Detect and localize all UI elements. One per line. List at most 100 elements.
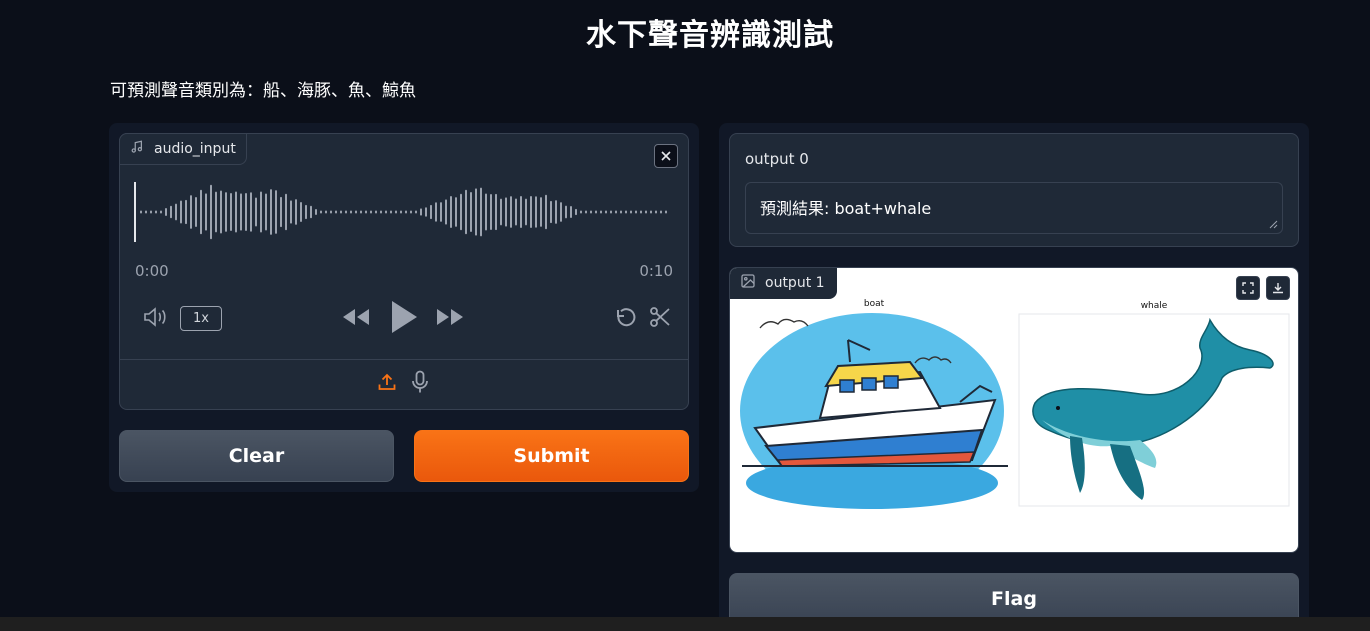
waveform-bar — [625, 210, 627, 214]
page-description: 可預測聲音類別為：船、海豚、魚、鯨魚 — [110, 81, 416, 101]
waveform-bar — [560, 202, 562, 222]
playhead[interactable] — [134, 182, 136, 242]
waveform-bar — [285, 193, 287, 231]
waveform-bar — [400, 210, 402, 214]
waveform-bar — [615, 210, 617, 214]
music-note-icon — [130, 140, 144, 158]
waveform-bar — [630, 210, 632, 214]
waveform-bar — [225, 192, 227, 232]
output-1-block: output 1 boat whale — [729, 267, 1299, 553]
waveform-bar — [255, 197, 257, 227]
waveform-bar — [185, 199, 187, 225]
waveform-bar — [275, 190, 277, 234]
waveform-bar — [215, 191, 217, 233]
audio-input-tag: audio_input — [119, 133, 247, 165]
reset-button[interactable] — [612, 306, 640, 332]
waveform-bar — [440, 202, 442, 222]
waveform-bar — [470, 191, 472, 233]
waveform-bar — [240, 193, 242, 231]
waveform-bar — [500, 198, 502, 226]
download-button[interactable] — [1266, 276, 1290, 300]
rewind-button[interactable] — [339, 305, 373, 333]
audio-input-block: audio_input 0:00 0:10 1x — [119, 133, 689, 410]
waveform-bar — [175, 203, 177, 221]
waveform-bar — [380, 210, 382, 214]
waveform-bar — [375, 210, 377, 214]
waveform-bar — [575, 208, 577, 216]
waveform-bar — [260, 191, 262, 233]
play-button[interactable] — [386, 298, 422, 340]
fast-forward-button[interactable] — [433, 305, 467, 333]
trim-button[interactable] — [646, 306, 674, 332]
cloud-left — [759, 318, 809, 329]
clear-audio-button[interactable] — [654, 144, 678, 168]
waveform-bar — [665, 210, 667, 214]
waveform-bar — [590, 210, 592, 214]
waveform-bar — [475, 188, 477, 236]
waveform-bar — [220, 190, 222, 234]
output-panel: output 0 預測結果: boat+whale output 1 boat — [719, 123, 1309, 631]
waveform-bar — [345, 210, 347, 214]
prediction-image: boat whale — [740, 299, 1290, 509]
waveform-bar — [235, 191, 237, 233]
waveform-bar — [405, 210, 407, 214]
boat-image-title: boat — [864, 299, 885, 309]
waveform-bar — [390, 210, 392, 214]
waveform-bar — [580, 210, 582, 214]
waveform-bar — [545, 194, 547, 230]
output-0-label: output 0 — [745, 150, 809, 168]
playback-speed-button[interactable]: 1x — [180, 306, 222, 331]
waveform-bar — [410, 210, 412, 214]
audio-input-label: audio_input — [154, 141, 236, 157]
waveform-bar — [490, 193, 492, 231]
total-duration: 0:10 — [639, 262, 673, 280]
microphone-icon — [410, 370, 430, 398]
output-0-block: output 0 預測結果: boat+whale — [729, 133, 1299, 247]
waveform-bar — [455, 197, 457, 227]
waveform-bar — [515, 198, 517, 226]
waveform-bar — [450, 195, 452, 229]
waveform-bar — [145, 210, 147, 214]
waveform-bar — [140, 210, 142, 214]
waveform-bar — [565, 205, 567, 219]
waveform-bar — [495, 193, 497, 231]
waveform-bar — [425, 207, 427, 217]
clear-button[interactable]: Clear — [119, 430, 394, 482]
resize-handle-icon[interactable] — [1269, 220, 1278, 229]
waveform-bar — [360, 210, 362, 214]
waveform-bar — [600, 210, 602, 214]
waveform-bar — [640, 210, 642, 214]
waveform-bar — [160, 210, 162, 214]
image-icon — [741, 274, 755, 292]
waveform-bar — [190, 195, 192, 229]
waveform-bar — [245, 193, 247, 231]
play-icon — [389, 299, 419, 339]
output-0-textbox[interactable]: 預測結果: boat+whale — [745, 182, 1283, 234]
output-0-value: 預測結果: boat+whale — [760, 199, 932, 218]
fullscreen-button[interactable] — [1236, 276, 1260, 300]
waveform-bar — [385, 210, 387, 214]
waveform-bar — [585, 210, 587, 214]
waveform-bar — [570, 206, 572, 218]
upload-button[interactable] — [375, 371, 399, 397]
waveform-bar — [415, 210, 417, 214]
waveform-bar — [485, 193, 487, 231]
waveform-bar — [645, 210, 647, 214]
audio-waveform[interactable] — [134, 180, 674, 244]
waveform-bar — [660, 210, 662, 214]
waveform-bar — [295, 199, 297, 225]
volume-button[interactable] — [140, 304, 172, 334]
whale-image-title: whale — [1141, 301, 1168, 311]
close-icon — [660, 147, 672, 166]
download-icon — [1272, 279, 1284, 298]
upload-icon — [377, 372, 397, 396]
waveform-bar — [480, 187, 482, 237]
waveform-bar — [620, 210, 622, 214]
output-1-tag: output 1 — [730, 268, 837, 299]
waveform-bar — [460, 193, 462, 231]
undo-icon — [614, 305, 638, 333]
waveform-bar — [305, 204, 307, 220]
submit-button[interactable]: Submit — [414, 430, 689, 482]
footer-bar — [0, 617, 1370, 631]
microphone-button[interactable] — [408, 370, 432, 398]
